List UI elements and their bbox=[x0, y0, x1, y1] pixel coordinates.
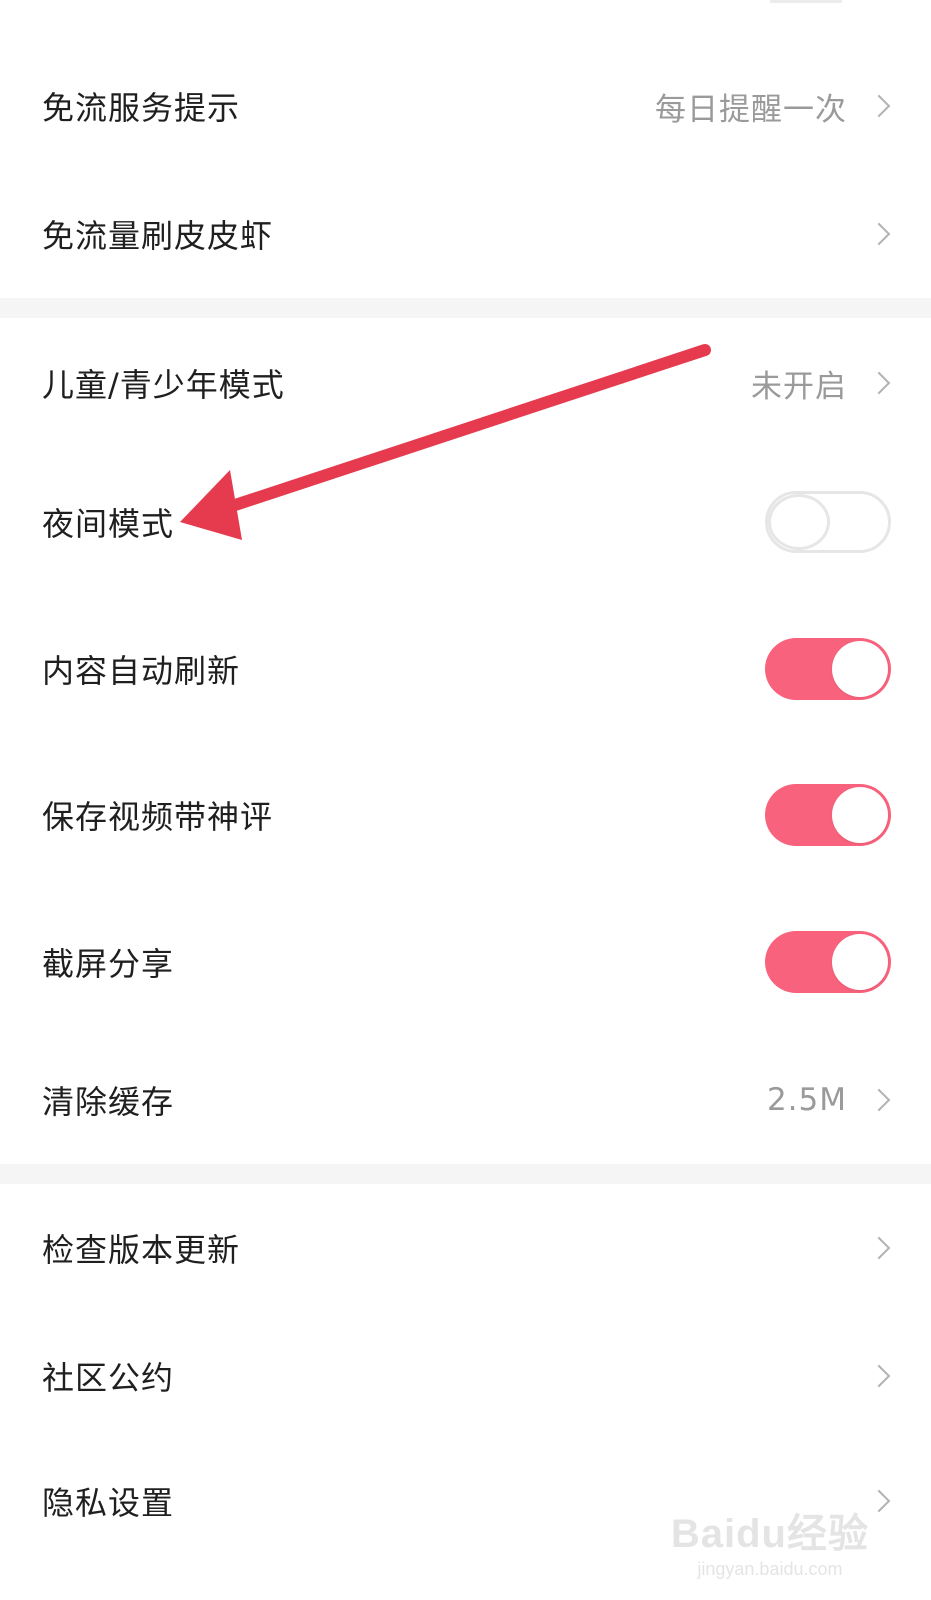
free-flow-tip-row[interactable]: 免流服务提示 每日提醒一次 bbox=[0, 45, 931, 167]
free-flow-browse-row[interactable]: 免流量刷皮皮虾 bbox=[0, 170, 931, 298]
watermark: Baidu经验 jingyan.baidu.com bbox=[671, 1501, 869, 1580]
watermark-site: jingyan.baidu.com bbox=[697, 1559, 843, 1579]
save-video-comment-label: 保存视频带神评 bbox=[42, 798, 274, 836]
screenshot-share-row: 截屏分享 bbox=[0, 888, 931, 1036]
community-rules-row[interactable]: 社区公约 bbox=[0, 1312, 931, 1440]
night-mode-label: 夜间模式 bbox=[42, 505, 175, 543]
toggle-knob bbox=[832, 641, 888, 697]
save-video-comment-row: 保存视频带神评 bbox=[0, 742, 931, 888]
save-video-comment-toggle[interactable] bbox=[765, 784, 891, 846]
toggle-knob bbox=[768, 494, 830, 550]
free-flow-browse-label: 免流量刷皮皮虾 bbox=[42, 217, 274, 255]
auto-refresh-toggle[interactable] bbox=[765, 638, 891, 700]
chevron-right-icon bbox=[867, 371, 891, 395]
top-edge-mark bbox=[770, 0, 842, 3]
chevron-right-icon bbox=[867, 1236, 891, 1260]
free-flow-tip-label: 免流服务提示 bbox=[42, 89, 241, 127]
chevron-right-icon bbox=[867, 1364, 891, 1388]
auto-refresh-label: 内容自动刷新 bbox=[42, 652, 241, 690]
teen-mode-value: 未开启 bbox=[751, 368, 847, 405]
check-update-label: 检查版本更新 bbox=[42, 1231, 241, 1269]
clear-cache-label: 清除缓存 bbox=[42, 1083, 175, 1121]
chevron-right-icon bbox=[867, 1088, 891, 1112]
toggle-knob bbox=[832, 934, 888, 990]
night-mode-row: 夜间模式 bbox=[0, 448, 931, 596]
chevron-right-icon bbox=[867, 222, 891, 246]
section-divider bbox=[0, 298, 931, 318]
screenshot-share-label: 截屏分享 bbox=[42, 945, 175, 983]
section-divider bbox=[0, 1164, 931, 1184]
screenshot-share-toggle[interactable] bbox=[765, 931, 891, 993]
teen-mode-label: 儿童/青少年模式 bbox=[42, 366, 285, 404]
teen-mode-row[interactable]: 儿童/青少年模式 未开启 bbox=[0, 318, 931, 448]
watermark-logo: Baidu经验 bbox=[670, 1512, 869, 1556]
clear-cache-row[interactable]: 清除缓存 2.5M bbox=[0, 1036, 931, 1164]
toggle-knob bbox=[832, 787, 888, 843]
check-update-row[interactable]: 检查版本更新 bbox=[0, 1184, 931, 1312]
chevron-right-icon bbox=[867, 1489, 891, 1513]
chevron-right-icon bbox=[867, 94, 891, 118]
clear-cache-value: 2.5M bbox=[766, 1082, 847, 1118]
community-rules-label: 社区公约 bbox=[42, 1359, 175, 1397]
free-flow-tip-value: 每日提醒一次 bbox=[655, 91, 847, 128]
auto-refresh-row: 内容自动刷新 bbox=[0, 596, 931, 742]
night-mode-toggle[interactable] bbox=[765, 491, 891, 553]
